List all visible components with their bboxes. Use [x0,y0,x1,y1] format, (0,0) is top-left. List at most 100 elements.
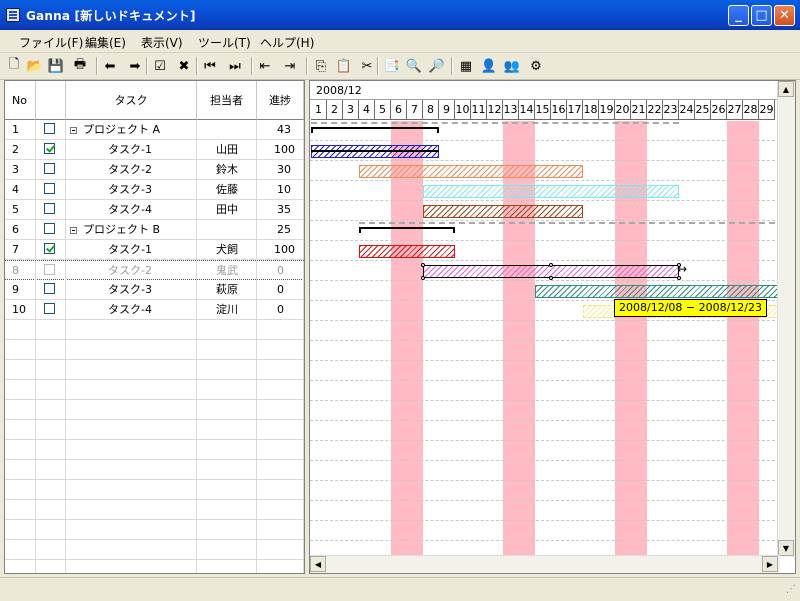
assignee-cell[interactable]: 田中 [197,200,257,219]
assignee-cell[interactable]: 萩原 [197,280,257,299]
progress-cell[interactable]: 43 [257,120,304,139]
check-icon[interactable]: ☑ [151,57,169,75]
progress-cell[interactable]: 0 [257,300,304,319]
resize-handle[interactable] [549,263,553,267]
resize-handle[interactable] [677,276,681,280]
table-row[interactable]: 9 タスク-3 萩原 0 [5,280,304,300]
resize-handle[interactable] [421,276,425,280]
menu-view[interactable]: 表示(V) [139,33,185,52]
task-name-cell[interactable]: タスク-2 [66,261,197,280]
task-name-cell[interactable]: タスク-1 [66,140,197,159]
arrow-right-icon[interactable]: ➡ [126,57,144,75]
table-row[interactable]: 4 タスク-3 佐藤 10 [5,180,304,200]
row-checkbox[interactable] [44,143,55,154]
scroll-up-icon[interactable]: ▲ [778,81,794,97]
resize-handle[interactable] [549,276,553,280]
table-row[interactable]: 3 タスク-2 鈴木 30 [5,160,304,180]
collapse-icon[interactable] [70,126,77,134]
collapse-icon[interactable] [70,226,77,234]
assignee-cell[interactable]: 鬼武 [197,261,257,280]
task-bar-b3[interactable] [535,285,791,298]
progress-cell[interactable]: 25 [257,220,304,239]
table-row[interactable]: 7 タスク-1 犬飼 100 [5,240,304,260]
close-button[interactable]: ✕ [774,5,795,26]
import-icon[interactable]: 📑 [383,57,401,75]
progress-cell[interactable]: 100 [257,240,304,259]
scroll-left-icon[interactable]: ◀ [310,556,326,572]
row-checkbox[interactable] [44,183,55,194]
progress-cell[interactable]: 35 [257,200,304,219]
zoom-out-icon[interactable]: 🔎 [428,57,446,75]
assignee-cell[interactable] [197,120,257,139]
last-icon[interactable]: ⏭ [226,57,244,75]
task-name-cell[interactable]: タスク-1 [66,240,197,259]
maximize-button[interactable]: □ [751,5,772,26]
assignee-cell[interactable]: 鈴木 [197,160,257,179]
header-check[interactable] [36,81,66,120]
assignee-cell[interactable]: 佐藤 [197,180,257,199]
users-icon[interactable]: 👥 [503,57,521,75]
task-bar-b1[interactable] [359,245,455,258]
menu-help[interactable]: ヘルプ(H) [258,33,316,52]
task-bar-a4[interactable] [423,205,583,218]
save-icon[interactable]: 💾 [47,57,65,75]
horizontal-scrollbar[interactable]: ◀ ▶ [310,555,780,573]
row-checkbox[interactable] [44,243,55,254]
project-a-summary-bar[interactable] [311,127,439,133]
row-checkbox[interactable] [44,264,55,275]
assignee-cell[interactable]: 淀川 [197,300,257,319]
resize-grip-icon[interactable]: ⋰ [786,584,796,595]
project-b-summary-bar[interactable] [359,227,455,233]
menu-edit[interactable]: 編集(E) [83,33,128,52]
table-row[interactable]: 10 タスク-4 淀川 0 [5,300,304,320]
task-name-cell[interactable]: プロジェクト A [66,120,197,139]
arrow-left-icon[interactable]: ⬅ [101,57,119,75]
progress-cell[interactable]: 0 [257,261,304,280]
print-icon[interactable]: 🖶 [71,57,89,75]
task-name-cell[interactable]: プロジェクト B [66,220,197,239]
task-name-cell[interactable]: タスク-2 [66,160,197,179]
cut-icon[interactable]: ✂ [358,57,376,75]
table-icon[interactable]: ▦ [457,57,475,75]
menu-tools[interactable]: ツール(T) [196,33,253,52]
table-row[interactable]: 1 プロジェクト A 43 [5,120,304,140]
row-checkbox[interactable] [44,163,55,174]
scroll-down-icon[interactable]: ▼ [778,540,794,556]
header-no[interactable]: No [5,81,36,120]
paste-icon[interactable]: 📋 [335,57,353,75]
open-icon[interactable]: 📂 [26,57,44,75]
minimize-button[interactable]: _ [728,5,749,26]
assignee-cell[interactable]: 犬飼 [197,240,257,259]
task-bar-a2[interactable] [359,165,583,178]
resize-handle[interactable] [421,263,425,267]
task-bar-b2-selected[interactable] [421,263,681,280]
header-task[interactable]: タスク [66,81,197,120]
table-row[interactable]: 8 タスク-2 鬼武 0 [5,260,304,280]
zoom-in-icon[interactable]: 🔍 [405,57,423,75]
row-checkbox[interactable] [44,123,55,134]
table-row[interactable]: 5 タスク-4 田中 35 [5,200,304,220]
assignee-cell[interactable] [197,220,257,239]
outdent-icon[interactable]: ⇤ [256,57,274,75]
new-icon[interactable]: 🗋 [5,57,23,75]
task-name-cell[interactable]: タスク-3 [66,280,197,299]
task-name-cell[interactable]: タスク-4 [66,300,197,319]
row-checkbox[interactable] [44,303,55,314]
indent-icon[interactable]: ⇥ [281,57,299,75]
progress-cell[interactable]: 100 [257,140,304,159]
menu-file[interactable]: ファイル(F) [17,33,85,52]
task-name-cell[interactable]: タスク-4 [66,200,197,219]
vertical-scrollbar[interactable]: ▲ ▼ [777,81,795,557]
first-icon[interactable]: ⏮ [201,57,219,75]
progress-cell[interactable]: 10 [257,180,304,199]
row-checkbox[interactable] [44,203,55,214]
header-assignee[interactable]: 担当者 [197,81,257,120]
scroll-right-icon[interactable]: ▶ [762,556,778,572]
copy-icon[interactable]: ⎘ [312,57,330,75]
row-checkbox[interactable] [44,283,55,294]
gear-icon[interactable]: ⚙ [527,57,545,75]
header-progress[interactable]: 進捗 [257,81,304,120]
task-bar-a3[interactable] [423,185,679,198]
progress-cell[interactable]: 0 [257,280,304,299]
table-row[interactable]: 6 プロジェクト B 25 [5,220,304,240]
